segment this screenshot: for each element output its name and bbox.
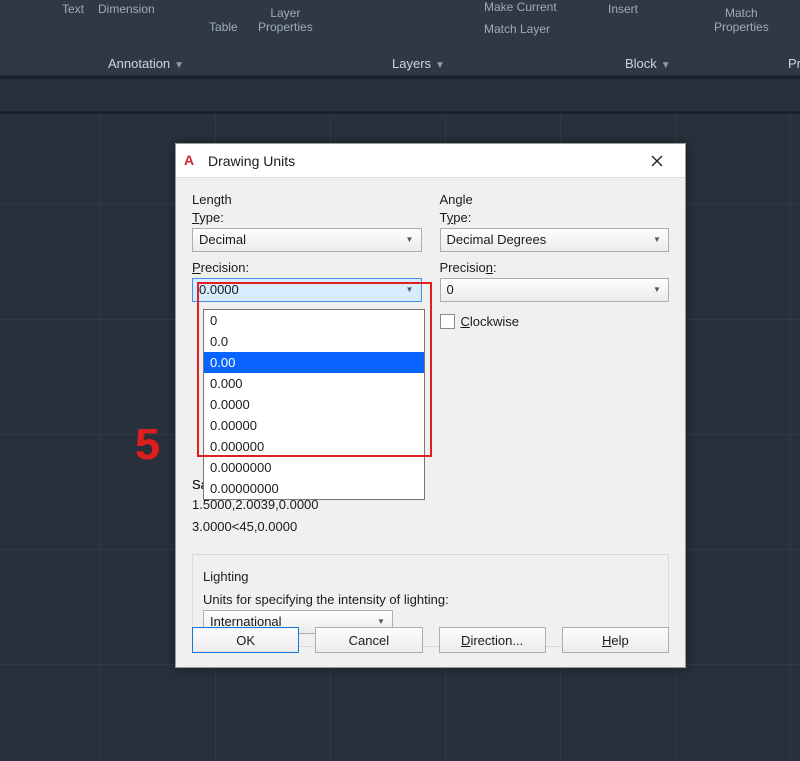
ribbon-insert[interactable]: Insert [608, 2, 638, 16]
cancel-button[interactable]: Cancel [315, 627, 422, 653]
drawing-units-dialog: A Drawing Units Length Type: Decimal ▼ P… [175, 143, 686, 668]
length-legend: Length [192, 192, 422, 207]
precision-option[interactable]: 0.00000 [204, 415, 424, 436]
ribbon-match-properties[interactable]: Match Properties [714, 6, 769, 34]
precision-option[interactable]: 0 [204, 310, 424, 331]
precision-option[interactable]: 0.0 [204, 331, 424, 352]
length-precision-value: 0.0000 [199, 282, 239, 297]
length-precision-select[interactable]: 0.0000 ▼ [192, 278, 422, 302]
caret-icon: ▼ [661, 60, 671, 71]
clockwise-checkbox-row[interactable]: Clockwise [440, 314, 670, 329]
ribbon-match-layer[interactable]: Match Layer [484, 22, 550, 36]
angle-type-value: Decimal Degrees [447, 232, 547, 247]
annotation-step-number: 5 [135, 420, 159, 470]
ribbon-make-current[interactable]: Make Current [484, 0, 557, 14]
panel-pr-label: Pr [788, 56, 800, 71]
chevron-down-icon: ▼ [650, 233, 664, 247]
angle-precision-select[interactable]: 0 ▼ [440, 278, 670, 302]
clockwise-label: Clockwise [461, 314, 520, 329]
caret-icon: ▼ [174, 60, 184, 71]
angle-type-label: Type: [440, 210, 670, 225]
ribbon-layer-properties[interactable]: Layer Properties [258, 6, 313, 34]
panel-annotation-label: Annotation [108, 56, 170, 71]
length-precision-label: Precision: [192, 260, 422, 275]
precision-option[interactable]: 0.00000000 [204, 478, 424, 499]
sample-output-line2: 3.0000<45,0.0000 [192, 518, 669, 536]
dialog-title: Drawing Units [208, 153, 295, 169]
panel-block-label: Block [625, 56, 657, 71]
caret-icon: ▼ [435, 60, 445, 71]
close-button[interactable] [637, 144, 677, 177]
clockwise-checkbox[interactable] [440, 314, 455, 329]
angle-precision-label: Precision: [440, 260, 670, 275]
length-group: Length Type: Decimal ▼ Precision: 0.0000… [192, 192, 422, 310]
length-type-value: Decimal [199, 232, 246, 247]
panel-block[interactable]: Block ▼ [625, 56, 671, 71]
precision-option[interactable]: 0.000 [204, 373, 424, 394]
length-type-label: Type: [192, 210, 422, 225]
chevron-down-icon: ▼ [403, 233, 417, 247]
titlebar[interactable]: A Drawing Units [176, 144, 685, 178]
help-button[interactable]: Help [562, 627, 669, 653]
precision-option[interactable]: 0.0000000 [204, 457, 424, 478]
precision-option[interactable]: 0.000000 [204, 436, 424, 457]
angle-type-select[interactable]: Decimal Degrees ▼ [440, 228, 670, 252]
lighting-legend: Lighting [199, 569, 253, 584]
length-type-select[interactable]: Decimal ▼ [192, 228, 422, 252]
angle-precision-value: 0 [447, 282, 454, 297]
ok-button[interactable]: OK [192, 627, 299, 653]
panel-annotation[interactable]: Annotation ▼ [108, 56, 184, 71]
ribbon-text[interactable]: Text [62, 2, 84, 16]
angle-group: Angle Type: Decimal Degrees ▼ Precision:… [440, 192, 670, 337]
panel-layers[interactable]: Layers ▼ [392, 56, 445, 71]
angle-legend: Angle [440, 192, 670, 207]
close-icon [651, 155, 663, 167]
precision-option[interactable]: 0.0000 [204, 394, 424, 415]
dialog-button-row: OK Cancel Direction... Help [192, 627, 669, 653]
lighting-note: Units for specifying the intensity of li… [203, 592, 658, 607]
chevron-down-icon: ▼ [650, 283, 664, 297]
ribbon-dimension[interactable]: Dimension [98, 2, 155, 16]
panel-layers-label: Layers [392, 56, 431, 71]
ribbon: Text Dimension Table Layer Properties Ma… [0, 0, 800, 76]
precision-option[interactable]: 0.00 [204, 352, 424, 373]
chevron-down-icon: ▼ [403, 283, 417, 297]
ribbon-table[interactable]: Table [209, 20, 238, 34]
length-precision-dropdown[interactable]: 00.00.000.0000.00000.000000.0000000.0000… [203, 309, 425, 500]
panel-pr[interactable]: Pr [788, 56, 800, 71]
direction-button[interactable]: Direction... [439, 627, 546, 653]
autocad-logo-icon: A [184, 153, 200, 169]
